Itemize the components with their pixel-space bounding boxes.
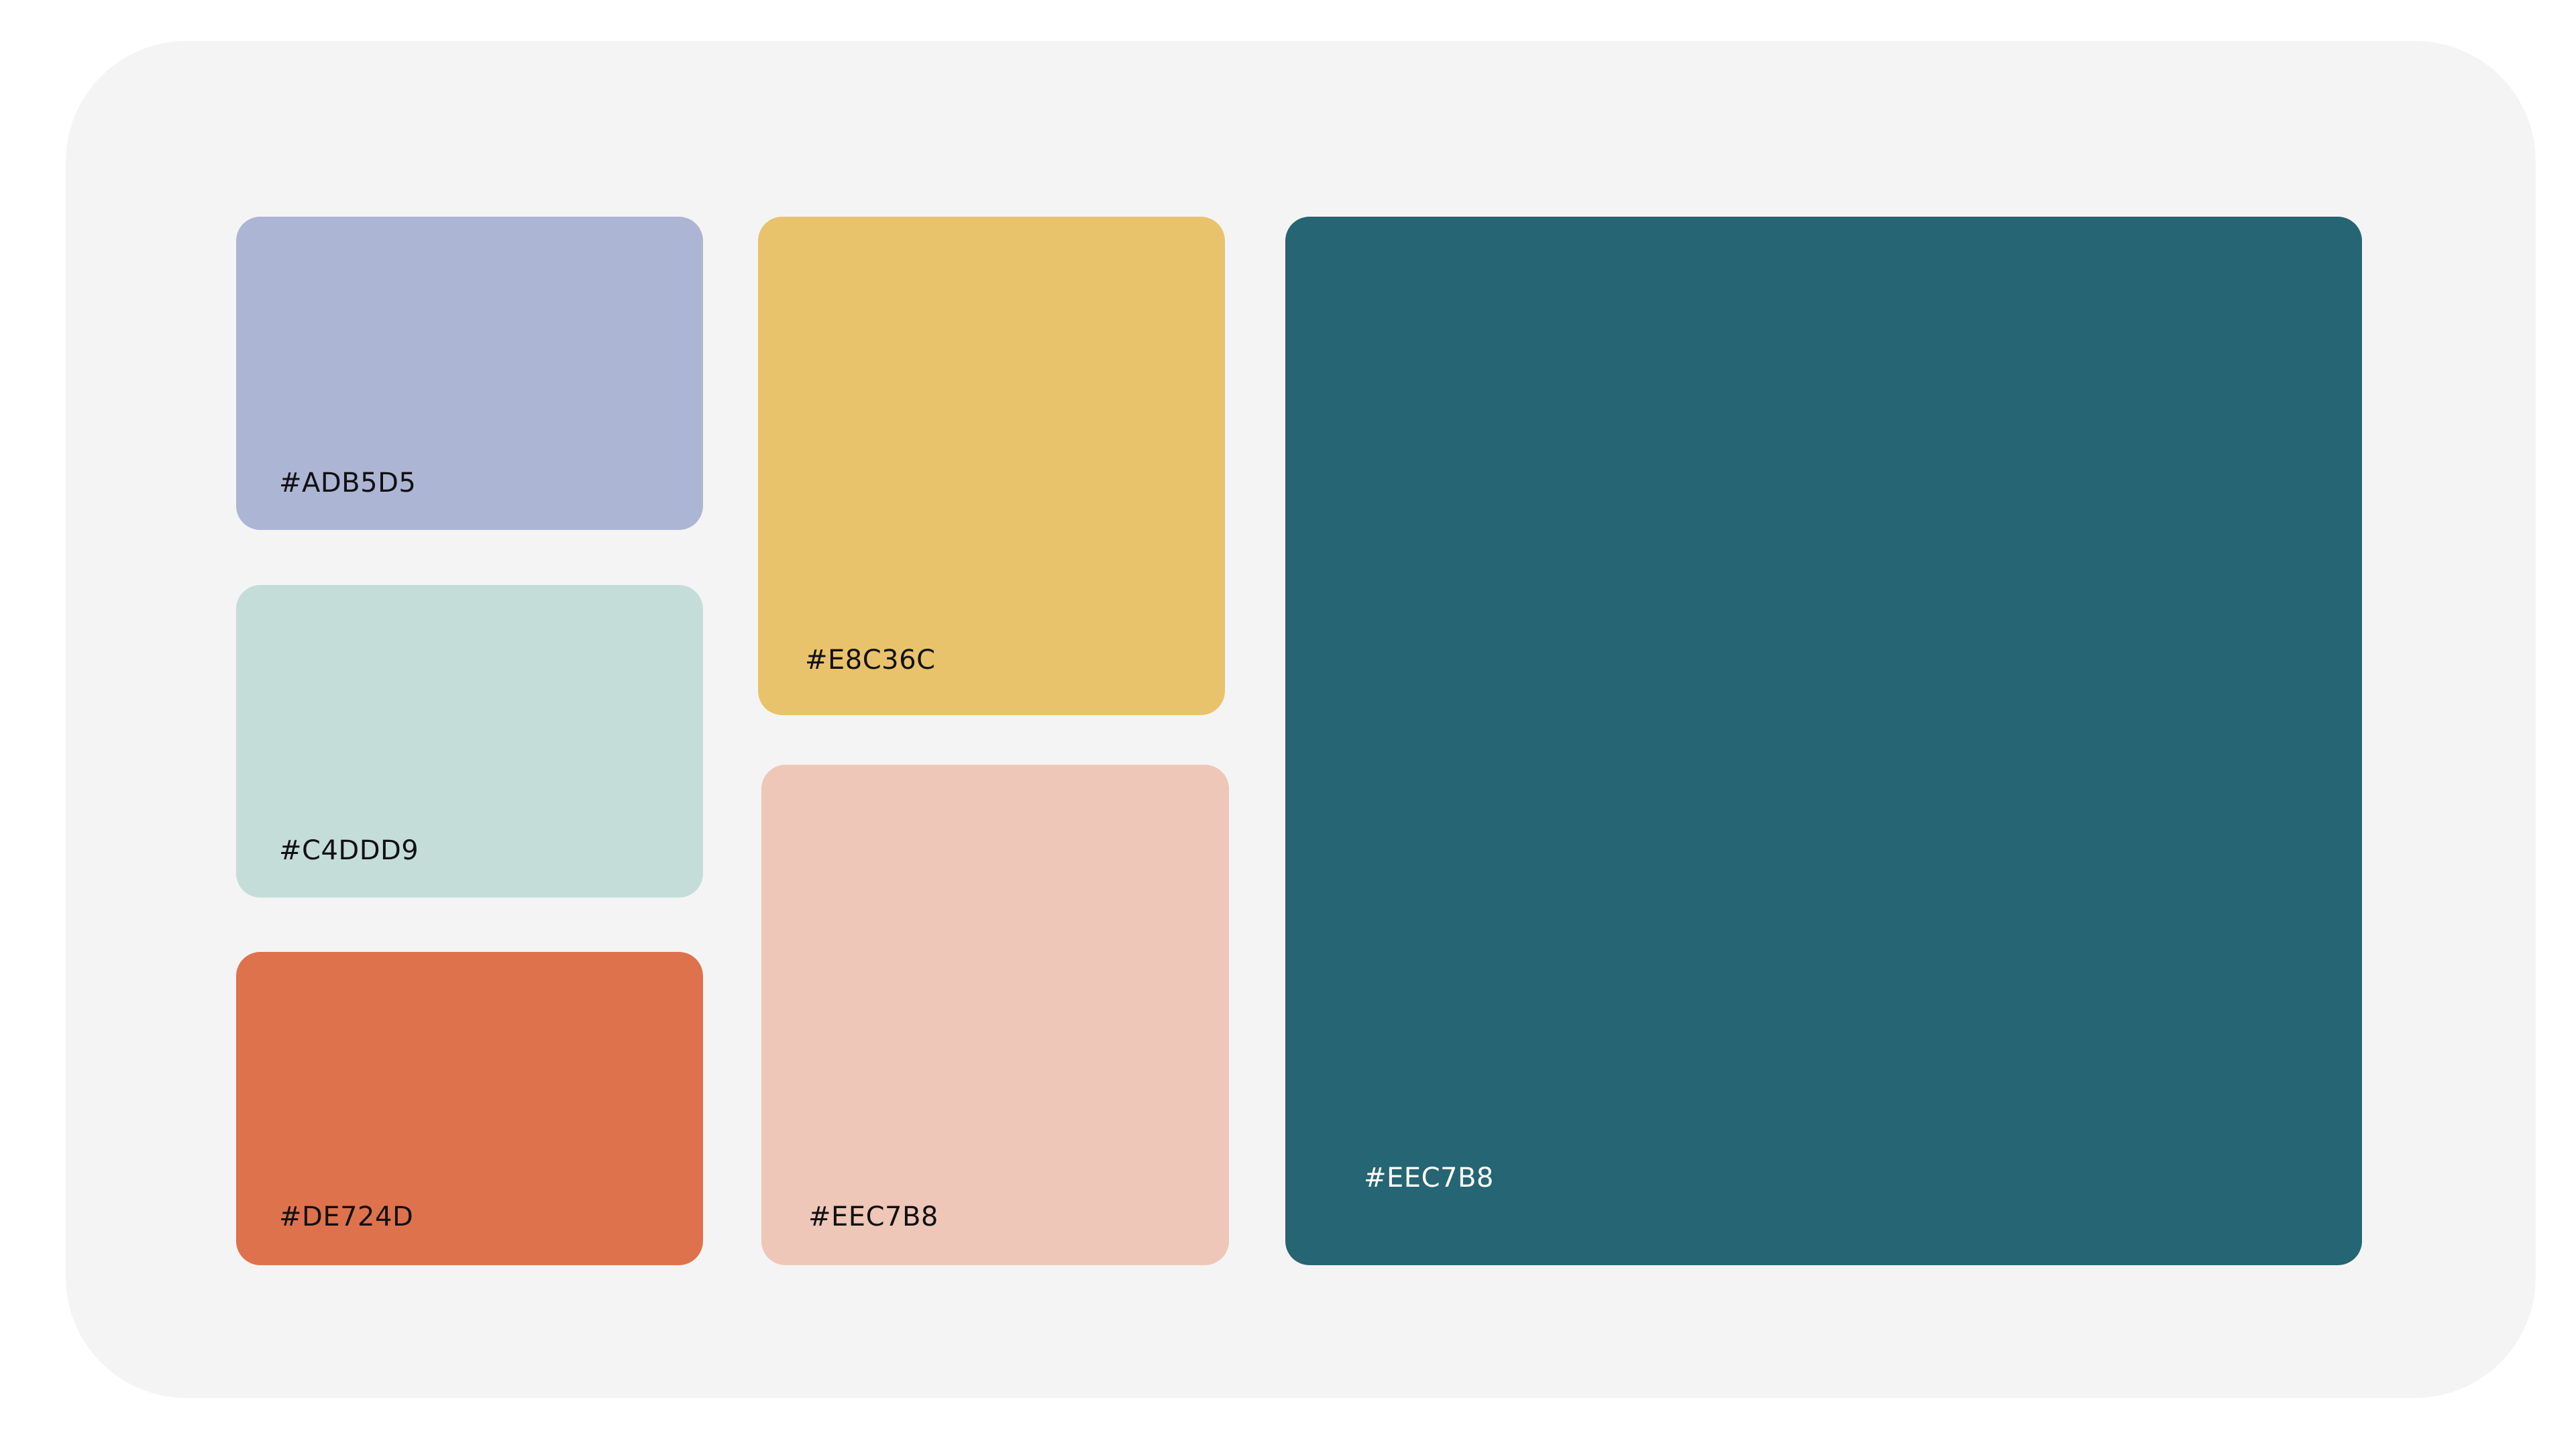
swatch-blush: #EEC7B8	[761, 765, 1229, 1265]
swatch-mint: #C4DDD9	[236, 585, 703, 898]
swatch-hex-label: #DE724D	[279, 1201, 414, 1232]
swatch-hex-label: #C4DDD9	[279, 835, 419, 866]
swatch-hex-label: #EEC7B8	[808, 1201, 938, 1232]
swatch-hex-label: #EEC7B8	[1364, 1163, 1494, 1193]
swatch-hex-label: #E8C36C	[805, 645, 936, 676]
swatch-orange: #DE724D	[236, 952, 703, 1265]
swatch-teal: #EEC7B8	[1285, 217, 2362, 1265]
swatch-yellow: #E8C36C	[758, 217, 1225, 715]
palette-panel: #ADB5D5 #C4DDD9 #DE724D #E8C36C #EEC7B8 …	[66, 41, 2536, 1398]
swatch-lavender: #ADB5D5	[236, 217, 703, 530]
swatch-hex-label: #ADB5D5	[279, 468, 417, 498]
